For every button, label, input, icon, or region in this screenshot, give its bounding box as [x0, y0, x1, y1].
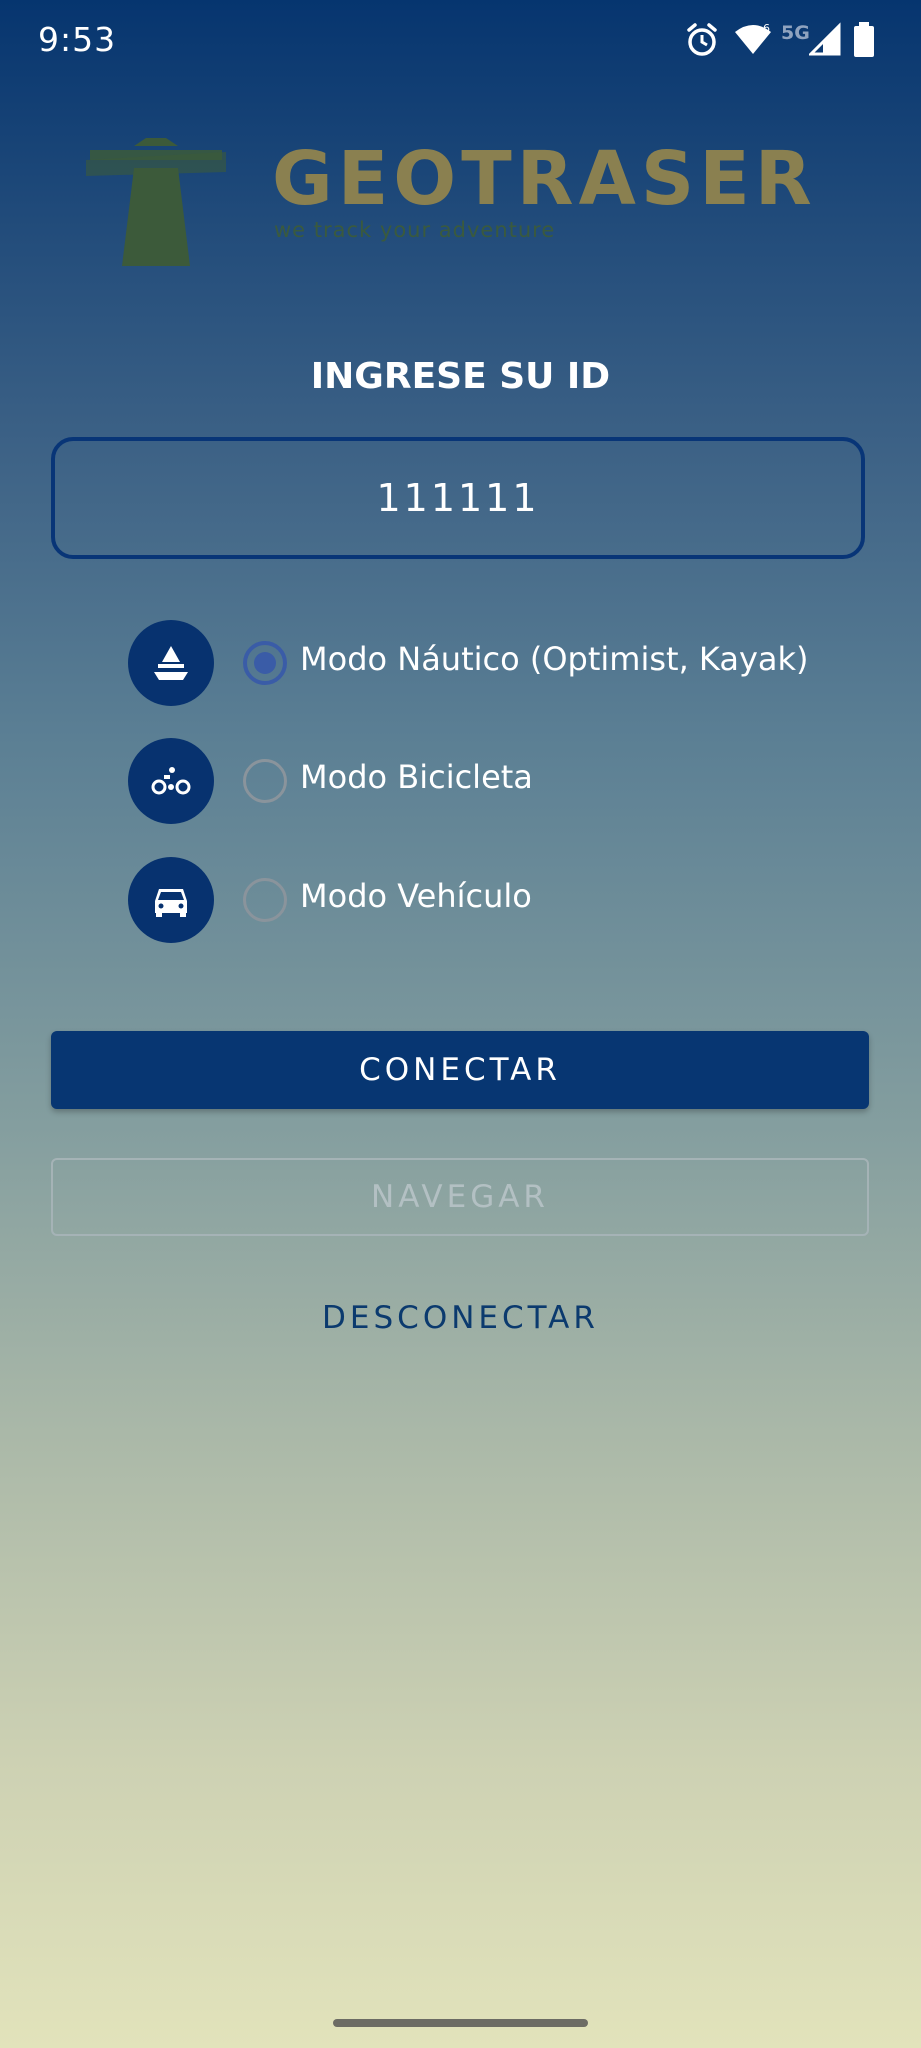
- wifi-icon: 6: [733, 22, 773, 62]
- network-label: 5G: [781, 22, 810, 44]
- status-icons: 6 5G: [685, 22, 885, 62]
- id-title: INGRESE SU ID: [310, 356, 611, 397]
- mode-row-nautical[interactable]: Modo Náutico (Optimist, Kayak): [128, 620, 848, 706]
- car-icon: [128, 857, 214, 943]
- signal-icon: [807, 22, 841, 62]
- mode-label-bicycle: Modo Bicicleta: [300, 758, 533, 796]
- home-indicator[interactable]: [333, 2019, 588, 2027]
- mode-row-vehicle[interactable]: Modo Vehículo: [128, 857, 848, 943]
- connect-button[interactable]: CONECTAR: [51, 1031, 869, 1109]
- status-time: 9:53: [38, 20, 117, 59]
- status-bar: 9:53 6 5G: [0, 0, 921, 84]
- svg-text:6: 6: [763, 22, 770, 35]
- id-input[interactable]: [51, 437, 865, 559]
- mode-label-nautical: Modo Náutico (Optimist, Kayak): [300, 640, 809, 678]
- battery-icon: [853, 22, 875, 62]
- logo-tagline: we track your adventure: [274, 218, 556, 242]
- mode-row-bicycle[interactable]: Modo Bicicleta: [128, 738, 848, 824]
- geotraser-logo: GEOTRASER we track your adventure: [86, 132, 846, 282]
- logo-brand: GEOTRASER: [272, 136, 817, 222]
- disconnect-button[interactable]: DESCONECTAR: [0, 1300, 921, 1336]
- mode-label-vehicle: Modo Vehículo: [300, 877, 532, 915]
- radio-vehicle[interactable]: [243, 878, 287, 922]
- lighthouse-icon: [86, 132, 226, 272]
- radio-bicycle[interactable]: [243, 759, 287, 803]
- radio-nautical[interactable]: [243, 641, 287, 685]
- alarm-icon: [685, 22, 719, 62]
- navigate-button[interactable]: NAVEGAR: [51, 1158, 869, 1236]
- bicycle-icon: [128, 738, 214, 824]
- boat-icon: [128, 620, 214, 706]
